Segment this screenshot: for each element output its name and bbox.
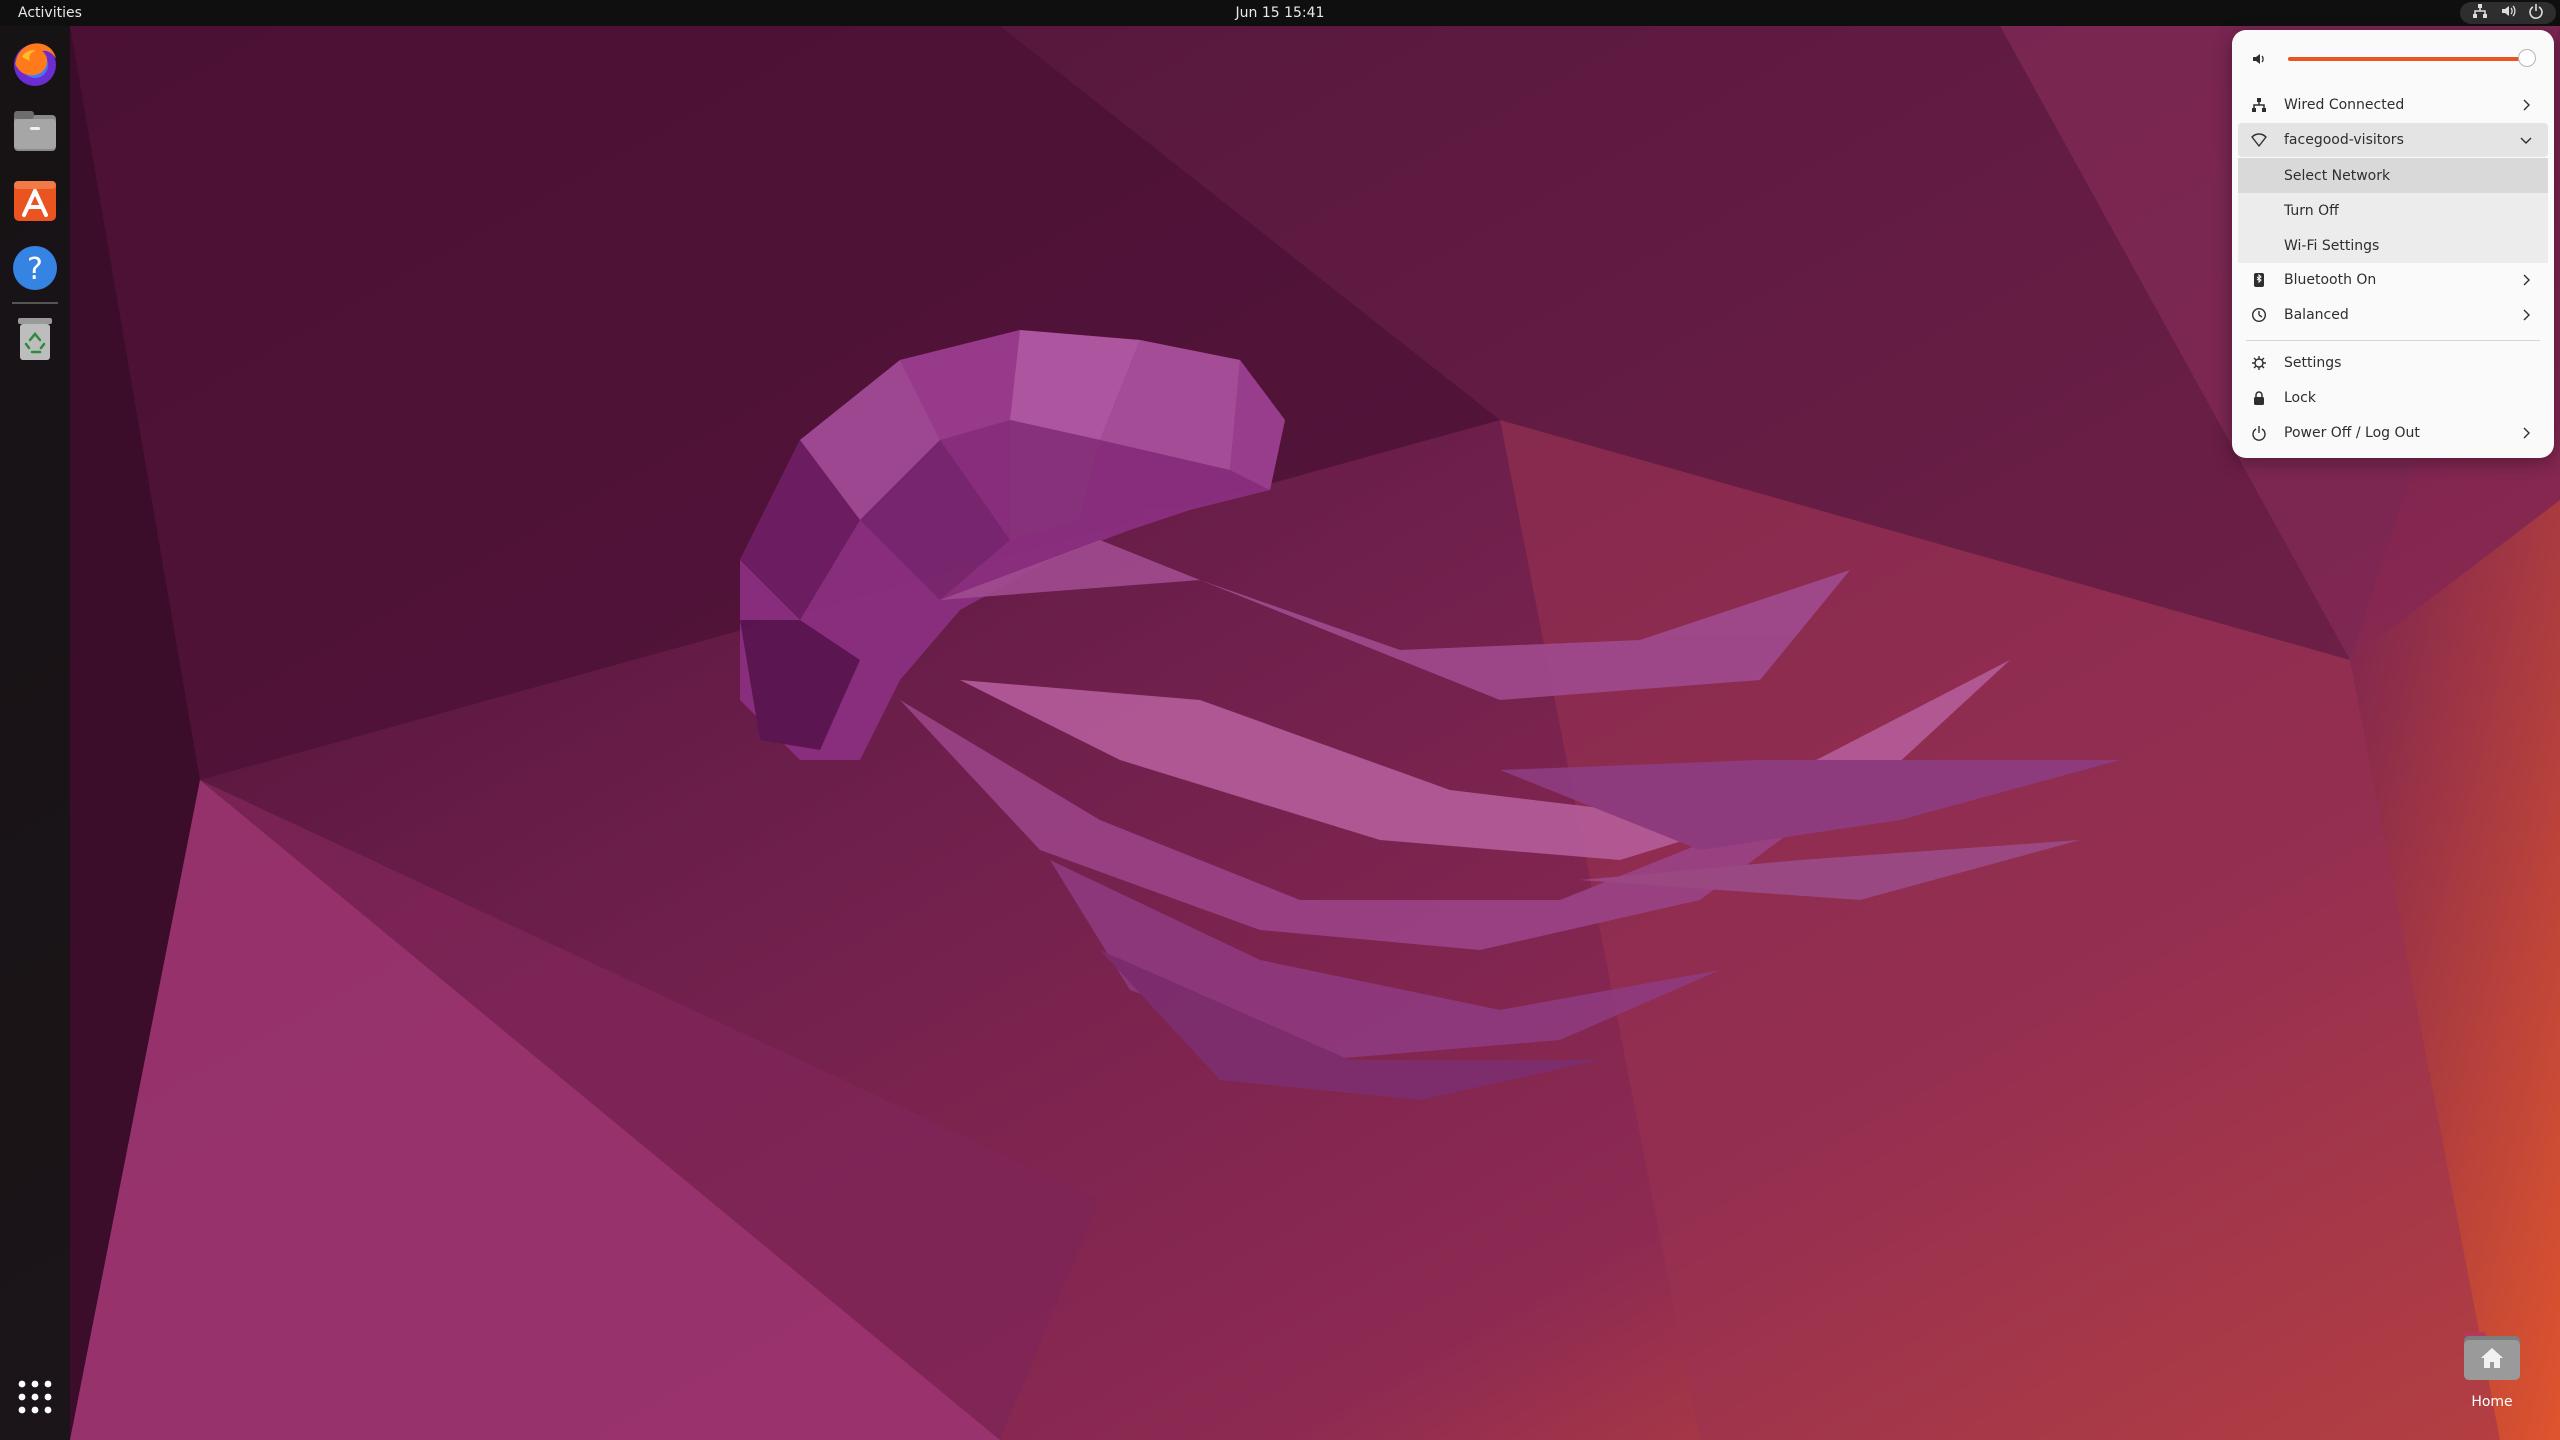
dock-item-trash[interactable] [8,312,62,366]
wired-network-icon [2248,94,2270,116]
settings-item[interactable]: Settings [2238,346,2548,380]
software-icon [14,181,56,221]
menu-separator [2246,340,2540,341]
show-applications-button[interactable] [12,1374,58,1420]
bluetooth-icon [2248,269,2270,291]
power-mode-icon [2248,304,2270,326]
wifi-select-network-item[interactable]: Select Network [2238,158,2548,193]
volume-slider-handle[interactable] [2518,49,2537,67]
gear-icon [2248,352,2270,374]
lock-icon [2248,387,2270,409]
files-icon [14,111,56,151]
bluetooth-item[interactable]: Bluetooth On [2238,263,2548,297]
power-mode-item[interactable]: Balanced [2238,298,2548,332]
clock-button[interactable]: Jun 15 15:41 [1180,0,1380,26]
desktop-home-folder[interactable]: Home [2448,1330,2536,1420]
trash-icon [18,318,52,360]
power-icon [2528,3,2544,23]
chevron-right-icon [2523,427,2530,439]
dock-item-firefox[interactable] [8,37,62,91]
dock-separator [12,302,58,304]
activities-button[interactable]: Activities [18,0,82,26]
chevron-down-icon [2520,137,2532,144]
quick-settings-menu: Wired Connected facegood-visitors Select… [2232,30,2554,458]
firefox-icon [14,43,56,86]
lock-item[interactable]: Lock [2238,381,2548,415]
system-tray-button[interactable] [2460,2,2556,24]
home-label: Home [2471,1394,2513,1410]
wired-connected-label: Wired Connected [2284,97,2405,113]
wifi-item[interactable]: facegood-visitors [2238,123,2548,157]
dock-item-files[interactable] [8,105,62,159]
wifi-network-label: facegood-visitors [2284,132,2404,148]
power-off-label: Power Off / Log Out [2284,425,2420,441]
desktop-wallpaper [0,0,2560,1440]
apps-grid-icon [18,1380,52,1414]
volume-icon [2500,3,2516,23]
top-bar: Activities Jun 15 15:41 [0,0,2560,26]
chevron-right-icon [2523,274,2530,286]
help-icon: ? [13,246,57,290]
volume-slider[interactable] [2288,49,2537,67]
power-mode-label: Balanced [2284,307,2349,323]
volume-slider-fill [2288,57,2528,61]
bluetooth-label: Bluetooth On [2284,272,2377,288]
power-off-item[interactable]: Power Off / Log Out [2238,416,2548,450]
dock-item-ubuntu-software[interactable] [8,173,62,227]
wifi-icon [2248,129,2270,151]
wired-connected-item[interactable]: Wired Connected [2238,88,2548,122]
dock: ? [0,26,70,1440]
chevron-right-icon [2523,99,2530,111]
wifi-settings-item[interactable]: Wi-Fi Settings [2238,228,2548,263]
network-icon [2472,3,2488,23]
settings-label: Settings [2284,355,2342,371]
lock-label: Lock [2284,390,2316,406]
wifi-turn-off-item[interactable]: Turn Off [2238,193,2548,228]
dock-item-help[interactable]: ? [8,241,62,295]
volume-icon [2248,48,2270,70]
svg-text:?: ? [27,252,43,287]
chevron-right-icon [2523,309,2530,321]
volume-row [2238,42,2548,76]
power-icon [2248,422,2270,444]
home-folder-icon [2464,1332,2520,1380]
